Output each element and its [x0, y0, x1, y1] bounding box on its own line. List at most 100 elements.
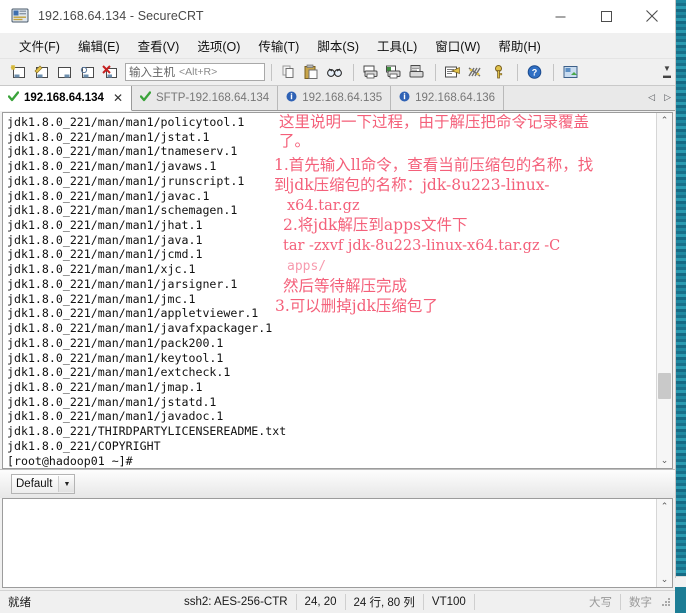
terminal-line: jdk1.8.0_221/man/man1/javaws.1 [7, 159, 656, 174]
menu-tools[interactable]: 工具(L) [368, 33, 426, 58]
terminal-line: jdk1.8.0_221/man/man1/schemagen.1 [7, 203, 656, 218]
toolbar-separator [353, 64, 354, 81]
status-state: 就绪 [0, 591, 176, 613]
menu-window[interactable]: 窗口(W) [426, 33, 489, 58]
tab-prev-button[interactable]: ◁ [648, 92, 655, 103]
session-options-icon[interactable] [442, 62, 463, 82]
terminal-line: [root@hadoop01 ~]# [7, 454, 656, 469]
toolbar-separator [435, 64, 436, 81]
status-bar: 就绪 ssh2: AES-256-CTR 24, 20 24 行, 80 列 V… [0, 590, 675, 613]
toolbar-separator [553, 64, 554, 81]
print-selection-icon[interactable] [406, 62, 427, 82]
menu-options[interactable]: 选项(O) [188, 33, 249, 58]
tab-label: SFTP-192.168.64.134 [156, 92, 269, 104]
command-window-text[interactable] [3, 499, 656, 587]
terminal-line: jdk1.8.0_221/man/man1/java.1 [7, 233, 656, 248]
status-num-lock: 数字 [621, 591, 660, 613]
securecrt-app-icon [11, 7, 29, 25]
scroll-down-icon[interactable]: ⌄ [657, 572, 672, 587]
check-icon [140, 91, 151, 105]
menu-view[interactable]: 查看(V) [129, 33, 189, 58]
terminal-area: jdk1.8.0_221/man/man1/policytool.1 jdk1.8… [0, 111, 675, 469]
terminal-line: jdk1.8.0_221/COPYRIGHT [7, 439, 656, 454]
log-session-icon[interactable] [383, 62, 404, 82]
status-caps-lock: 大写 [581, 591, 620, 613]
print-icon[interactable] [360, 62, 381, 82]
global-options-icon[interactable] [465, 62, 486, 82]
terminal-frame: jdk1.8.0_221/man/man1/policytool.1 jdk1.8… [2, 112, 673, 469]
terminal-line: jdk1.8.0_221/man/man1/javadoc.1 [7, 409, 656, 424]
terminal-lines: jdk1.8.0_221/man/man1/policytool.1 jdk1.8… [7, 115, 656, 468]
chevron-down-icon[interactable]: ▼ [58, 476, 74, 492]
tab-label: 192.168.64.134 [24, 92, 104, 104]
status-emulation: VT100 [424, 591, 474, 613]
menu-edit[interactable]: 编辑(E) [69, 33, 129, 58]
toolbar-overflow-button[interactable]: ▼ ▬ [662, 63, 672, 81]
terminal-line: jdk1.8.0_221/man/man1/jmc.1 [7, 292, 656, 307]
terminal-line: jdk1.8.0_221/man/man1/appletviewer.1 [7, 306, 656, 321]
terminal-line: jdk1.8.0_221/man/man1/jcmd.1 [7, 247, 656, 262]
lower-pane-area: ⌃ ⌄ [0, 498, 675, 590]
securecrt-window: 192.168.64.134 - SecureCRT 文件(F) 编辑(E) 查… [0, 0, 676, 578]
toolbar-overflow-bar: ▬ [663, 72, 671, 79]
maximize-button[interactable] [583, 0, 629, 32]
menu-script[interactable]: 脚本(S) [308, 33, 368, 58]
tab-label: 192.168.64.135 [302, 92, 382, 104]
command-window-scrollbar[interactable]: ⌃ ⌄ [656, 499, 672, 587]
scroll-down-icon[interactable]: ⌄ [657, 453, 672, 468]
minimize-button[interactable] [537, 0, 583, 32]
command-window[interactable]: ⌃ ⌄ [2, 498, 673, 588]
terminal-line: jdk1.8.0_221/man/man1/jmap.1 [7, 380, 656, 395]
new-session-icon[interactable] [8, 62, 29, 82]
resize-grip[interactable] [660, 596, 672, 608]
menu-file[interactable]: 文件(F) [10, 33, 69, 58]
menu-transfer[interactable]: 传输(T) [249, 33, 308, 58]
tab-192-168-64-134[interactable]: 192.168.64.134 ✕ [0, 86, 132, 111]
clone-session-icon[interactable] [54, 62, 75, 82]
status-screen-size: 24 行, 80 列 [346, 591, 423, 613]
connect-sftp-icon[interactable] [31, 62, 52, 82]
menu-help[interactable]: 帮助(H) [489, 33, 549, 58]
terminal-output[interactable]: jdk1.8.0_221/man/man1/policytool.1 jdk1.8… [3, 113, 656, 468]
terminal-line: jdk1.8.0_221/man/man1/tnameserv.1 [7, 144, 656, 159]
terminal-line: jdk1.8.0_221/man/man1/javac.1 [7, 189, 656, 204]
terminal-line: jdk1.8.0_221/man/man1/policytool.1 [7, 115, 656, 130]
status-separator [474, 594, 475, 610]
terminal-line: jdk1.8.0_221/man/man1/jhat.1 [7, 218, 656, 233]
check-icon [8, 91, 19, 105]
tab-192-168-64-136[interactable]: 192.168.64.136 [391, 86, 504, 110]
tab-192-168-64-135[interactable]: 192.168.64.135 [278, 86, 391, 110]
status-cursor-position: 24, 20 [297, 591, 345, 613]
title-bar[interactable]: 192.168.64.134 - SecureCRT [0, 0, 675, 33]
tab-close-icon[interactable]: ✕ [113, 91, 123, 105]
scrollbar-thumb[interactable] [658, 373, 671, 399]
terminal-line: jdk1.8.0_221/man/man1/jrunscript.1 [7, 174, 656, 189]
disconnect-icon[interactable] [100, 62, 121, 82]
session-profile-dropdown[interactable]: Default ▼ [11, 474, 75, 494]
terminal-line: jdk1.8.0_221/THIRDPARTYLICENSEREADME.txt [7, 424, 656, 439]
close-button[interactable] [629, 0, 675, 32]
tab-next-button[interactable]: ▷ [664, 92, 671, 103]
tab-bar: 192.168.64.134 ✕ SFTP-192.168.64.134 192… [0, 86, 675, 111]
svg-text:?: ? [532, 68, 538, 78]
window-title: 192.168.64.134 - SecureCRT [38, 9, 204, 23]
tab-sftp-192-168-64-134[interactable]: SFTP-192.168.64.134 [132, 86, 278, 110]
tab-label: 192.168.64.136 [415, 92, 495, 104]
scroll-up-icon[interactable]: ⌃ [657, 113, 672, 128]
copy-icon[interactable] [278, 62, 299, 82]
terminal-line: jdk1.8.0_221/man/man1/javafxpackager.1 [7, 321, 656, 336]
paste-icon[interactable] [301, 62, 322, 82]
terminal-line: jdk1.8.0_221/man/man1/pack200.1 [7, 336, 656, 351]
terminal-scrollbar[interactable]: ⌃ ⌄ [656, 113, 672, 468]
status-cipher: ssh2: AES-256-CTR [176, 591, 296, 613]
help-icon[interactable]: ? [524, 62, 545, 82]
session-manager-icon[interactable] [560, 62, 581, 82]
connect-in-tab-icon[interactable] [77, 62, 98, 82]
key-icon[interactable] [488, 62, 509, 82]
find-icon[interactable] [324, 62, 345, 82]
terminal-line: jdk1.8.0_221/man/man1/jarsigner.1 [7, 277, 656, 292]
menu-bar: 文件(F) 编辑(E) 查看(V) 选项(O) 传输(T) 脚本(S) 工具(L… [0, 33, 675, 59]
scroll-up-icon[interactable]: ⌃ [657, 499, 672, 514]
host-input[interactable]: 输入主机 <Alt+R> [125, 63, 265, 81]
toolbar-separator [271, 64, 272, 81]
